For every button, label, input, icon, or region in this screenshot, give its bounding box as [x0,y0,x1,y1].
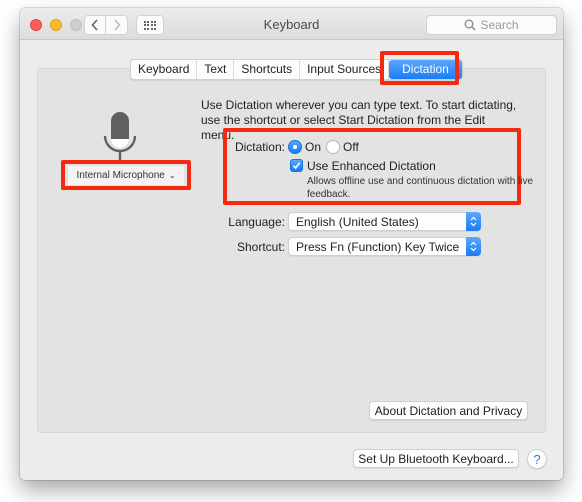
help-button[interactable]: ? [527,449,547,469]
shortcut-label: Shortcut: [236,240,285,254]
enhanced-dictation-description: Allows offline use and continuous dictat… [307,176,534,200]
search-icon [465,19,476,31]
chevron-down-icon: ⌄ [168,171,176,180]
language-select[interactable]: English (United States) [288,212,481,231]
shortcut-select[interactable]: Press Fn (Function) Key Twice [288,237,481,256]
tab-input-sources[interactable]: Input Sources [300,60,390,79]
keyboard-preferences-window: Keyboard Search Keyboard Text Shortcuts … [20,8,563,480]
title-bar: Keyboard Search [20,8,563,40]
popup-stepper-icon [466,212,481,231]
dictation-off-radio[interactable] [326,140,340,154]
tab-shortcuts[interactable]: Shortcuts [234,60,301,79]
about-dictation-privacy-button[interactable]: About Dictation and Privacy [369,401,528,420]
enhanced-dictation-label[interactable]: Use Enhanced Dictation [307,159,436,173]
dictation-on-label[interactable]: On [305,140,321,154]
shortcut-value: Press Fn (Function) Key Twice [296,239,460,254]
enhanced-dictation-checkbox[interactable] [290,159,303,172]
search-field[interactable]: Search [426,15,557,35]
tab-text[interactable]: Text [197,60,235,79]
dictation-on-radio[interactable] [288,140,302,154]
microphone-icon [103,112,137,163]
microphone-source-popup[interactable]: Internal Microphone ⌄ [68,166,184,185]
popup-stepper-icon [466,237,481,256]
search-placeholder: Search [480,18,519,32]
dictation-off-label[interactable]: Off [343,140,359,154]
dictation-intro-text: Use Dictation wherever you can type text… [201,98,517,142]
dictation-label: Dictation: [234,140,285,154]
tab-keyboard[interactable]: Keyboard [131,60,198,79]
language-value: English (United States) [296,214,419,229]
setup-bluetooth-keyboard-button[interactable]: Set Up Bluetooth Keyboard... [353,449,519,468]
microphone-source-label: Internal Microphone [76,170,165,181]
language-label: Language: [228,215,285,229]
checkmark-icon [292,162,301,170]
tab-dictation[interactable]: Dictation [389,60,462,79]
tab-bar: Keyboard Text Shortcuts Input Sources Di… [130,59,463,80]
